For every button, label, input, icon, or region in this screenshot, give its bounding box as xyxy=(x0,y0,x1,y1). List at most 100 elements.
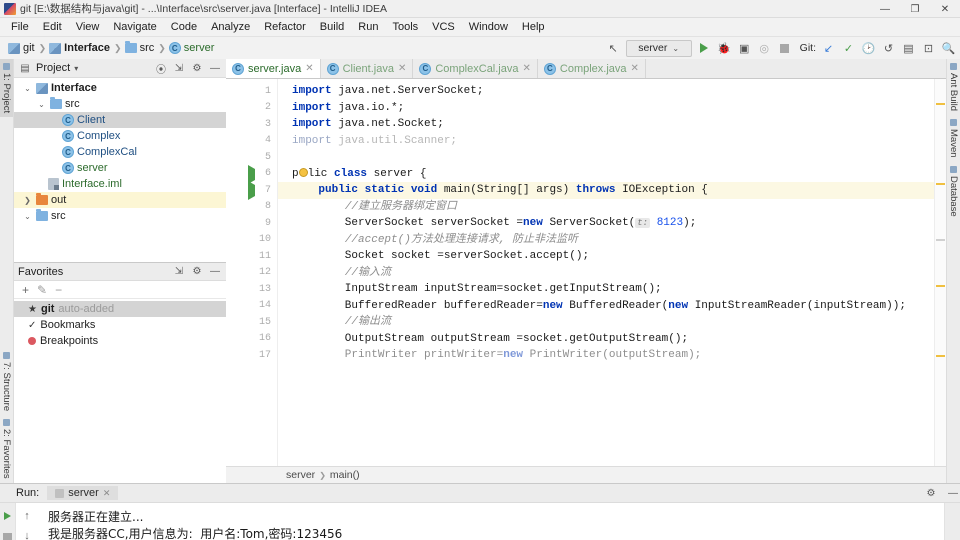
hide-panel-icon[interactable]: — xyxy=(208,61,222,75)
change-marker[interactable] xyxy=(936,239,945,241)
sidebar-tab-project[interactable]: 1: Project xyxy=(0,59,13,118)
commit-icon[interactable]: ✓ xyxy=(841,41,856,56)
run-gutter-icon[interactable] xyxy=(248,164,255,184)
profile-button[interactable]: ◎ xyxy=(757,41,772,56)
intention-bulb-icon[interactable] xyxy=(298,167,308,177)
breadcrumb-method[interactable]: main() xyxy=(330,469,360,481)
gear-icon[interactable]: ⚙ xyxy=(190,265,204,279)
scroll-down-button[interactable]: ↓ xyxy=(20,529,34,540)
edit-favorite-button[interactable]: ✎ xyxy=(37,283,47,297)
menu-window[interactable]: Window xyxy=(462,19,515,35)
run-configuration-selector[interactable]: server ⌄ xyxy=(625,39,692,57)
breadcrumb-interface[interactable]: Interface ❯ xyxy=(49,42,122,54)
tree-node-src-root[interactable]: ⌄ src xyxy=(14,208,226,224)
remove-favorite-button[interactable]: − xyxy=(55,283,62,297)
maximize-button[interactable]: ❐ xyxy=(900,0,930,18)
warning-marker[interactable] xyxy=(936,285,945,287)
editor-tab-complexcal-java[interactable]: C ComplexCal.java ✕ xyxy=(413,59,538,78)
twisty-icon[interactable]: ❯ xyxy=(22,196,33,205)
search-icon[interactable]: 🔍 xyxy=(941,41,956,56)
sidebar-tab-ant-build[interactable]: Ant Build xyxy=(947,59,960,115)
console-scrollbar[interactable] xyxy=(944,503,960,540)
editor-body[interactable]: 1 2 3 4 5 6 7− 8 9 10 11 12 13 14 15 16 … xyxy=(226,79,946,466)
favorites-item-git[interactable]: ★ git auto-added xyxy=(14,301,226,317)
breadcrumb-git[interactable]: git ❯ xyxy=(8,42,47,54)
menu-code[interactable]: Code xyxy=(164,19,204,35)
menu-analyze[interactable]: Analyze xyxy=(204,19,257,35)
warning-marker[interactable] xyxy=(936,183,945,185)
close-icon[interactable]: ✕ xyxy=(103,488,111,499)
debug-button[interactable]: 🐞 xyxy=(717,41,732,56)
rollback-icon[interactable]: ↺ xyxy=(881,41,896,56)
sidebar-tab-favorites[interactable]: 2: Favorites xyxy=(0,415,13,483)
twisty-icon[interactable]: ⌄ xyxy=(22,84,33,93)
sidebar-tab-structure[interactable]: 7: Structure xyxy=(0,348,13,415)
gear-icon[interactable]: ⚙ xyxy=(924,486,938,500)
favorites-list[interactable]: ★ git auto-added ✓ Bookmarks Breakpoints xyxy=(14,299,226,483)
menu-build[interactable]: Build xyxy=(313,19,351,35)
editor-tab-complex-java[interactable]: C Complex.java ✕ xyxy=(538,59,646,78)
menu-run[interactable]: Run xyxy=(351,19,385,35)
settings-icon[interactable]: ⊡ xyxy=(921,41,936,56)
menu-vcs[interactable]: VCS xyxy=(425,19,462,35)
favorites-item-bookmarks[interactable]: ✓ Bookmarks xyxy=(14,317,226,333)
chevron-down-icon[interactable]: ▾ xyxy=(74,64,78,73)
history-icon[interactable]: 🕑 xyxy=(861,41,876,56)
rerun-button[interactable] xyxy=(1,509,15,523)
menu-help[interactable]: Help xyxy=(515,19,552,35)
breadcrumb-server[interactable]: C server xyxy=(168,42,218,54)
tree-node-complex[interactable]: C Complex xyxy=(14,128,226,144)
console-output[interactable]: 服务器正在建立... 我是服务器CC,用户信息为: 用户名:Tom,密码:123… xyxy=(38,503,944,540)
menu-navigate[interactable]: Navigate xyxy=(106,19,163,35)
add-favorite-button[interactable]: + xyxy=(22,283,29,297)
back-arrow-icon[interactable]: ↖ xyxy=(606,41,621,56)
stop-button[interactable] xyxy=(1,530,15,540)
warning-marker[interactable] xyxy=(936,103,945,105)
warning-marker[interactable] xyxy=(936,355,945,357)
hide-panel-icon[interactable]: — xyxy=(946,486,960,500)
editor-tab-client-java[interactable]: C Client.java ✕ xyxy=(321,59,414,78)
project-tree[interactable]: ⌄ Interface ⌄ src C Client C Complex C C… xyxy=(14,78,226,262)
run-tab-server[interactable]: server ✕ xyxy=(47,486,119,500)
hide-panel-icon[interactable]: — xyxy=(208,265,222,279)
tree-node-interface-iml[interactable]: Interface.iml xyxy=(14,176,226,192)
close-icon[interactable]: ✕ xyxy=(305,63,313,74)
code-content[interactable]: import java.net.ServerSocket; import jav… xyxy=(278,79,946,466)
collapse-all-icon[interactable]: ⇲ xyxy=(172,61,186,75)
run-button[interactable] xyxy=(697,41,712,56)
tree-node-server[interactable]: C server xyxy=(14,160,226,176)
menu-refactor[interactable]: Refactor xyxy=(257,19,313,35)
twisty-icon[interactable]: ⌄ xyxy=(22,212,33,221)
project-structure-icon[interactable]: ▤ xyxy=(901,41,916,56)
menu-edit[interactable]: Edit xyxy=(36,19,69,35)
collapse-all-icon[interactable]: ⇲ xyxy=(172,265,186,279)
tree-node-complexcal[interactable]: C ComplexCal xyxy=(14,144,226,160)
breadcrumb-src[interactable]: src ❯ xyxy=(124,41,167,54)
stop-button[interactable] xyxy=(777,41,792,56)
editor-scrollbar[interactable] xyxy=(934,79,946,466)
locate-file-icon[interactable]: ⦿ xyxy=(154,61,168,76)
sidebar-tab-database[interactable]: Database xyxy=(947,162,960,221)
run-with-coverage-button[interactable]: ▣ xyxy=(737,41,752,56)
close-icon[interactable]: ✕ xyxy=(398,63,406,74)
tree-node-client[interactable]: C Client xyxy=(14,112,226,128)
minimize-button[interactable]: — xyxy=(870,0,900,18)
gear-icon[interactable]: ⚙ xyxy=(190,61,204,75)
menu-tools[interactable]: Tools xyxy=(385,19,425,35)
close-icon[interactable]: ✕ xyxy=(523,63,531,74)
menu-file[interactable]: File xyxy=(4,19,36,35)
editor-tab-server-java[interactable]: C server.java ✕ xyxy=(226,59,321,78)
update-project-icon[interactable]: ↙ xyxy=(821,41,836,56)
tree-node-src[interactable]: ⌄ src xyxy=(14,96,226,112)
close-button[interactable]: ✕ xyxy=(930,0,960,18)
twisty-icon[interactable]: ⌄ xyxy=(36,100,47,109)
tree-node-interface[interactable]: ⌄ Interface xyxy=(14,80,226,96)
menu-view[interactable]: View xyxy=(69,19,107,35)
run-gutter-icon[interactable] xyxy=(248,181,255,200)
editor-gutter[interactable]: 1 2 3 4 5 6 7− 8 9 10 11 12 13 14 15 16 … xyxy=(226,79,290,466)
breadcrumb-class[interactable]: server xyxy=(286,469,315,481)
close-icon[interactable]: ✕ xyxy=(631,63,639,74)
tree-node-out[interactable]: ❯ out xyxy=(14,192,226,208)
favorites-item-breakpoints[interactable]: Breakpoints xyxy=(14,333,226,349)
sidebar-tab-maven[interactable]: Maven xyxy=(947,115,960,162)
